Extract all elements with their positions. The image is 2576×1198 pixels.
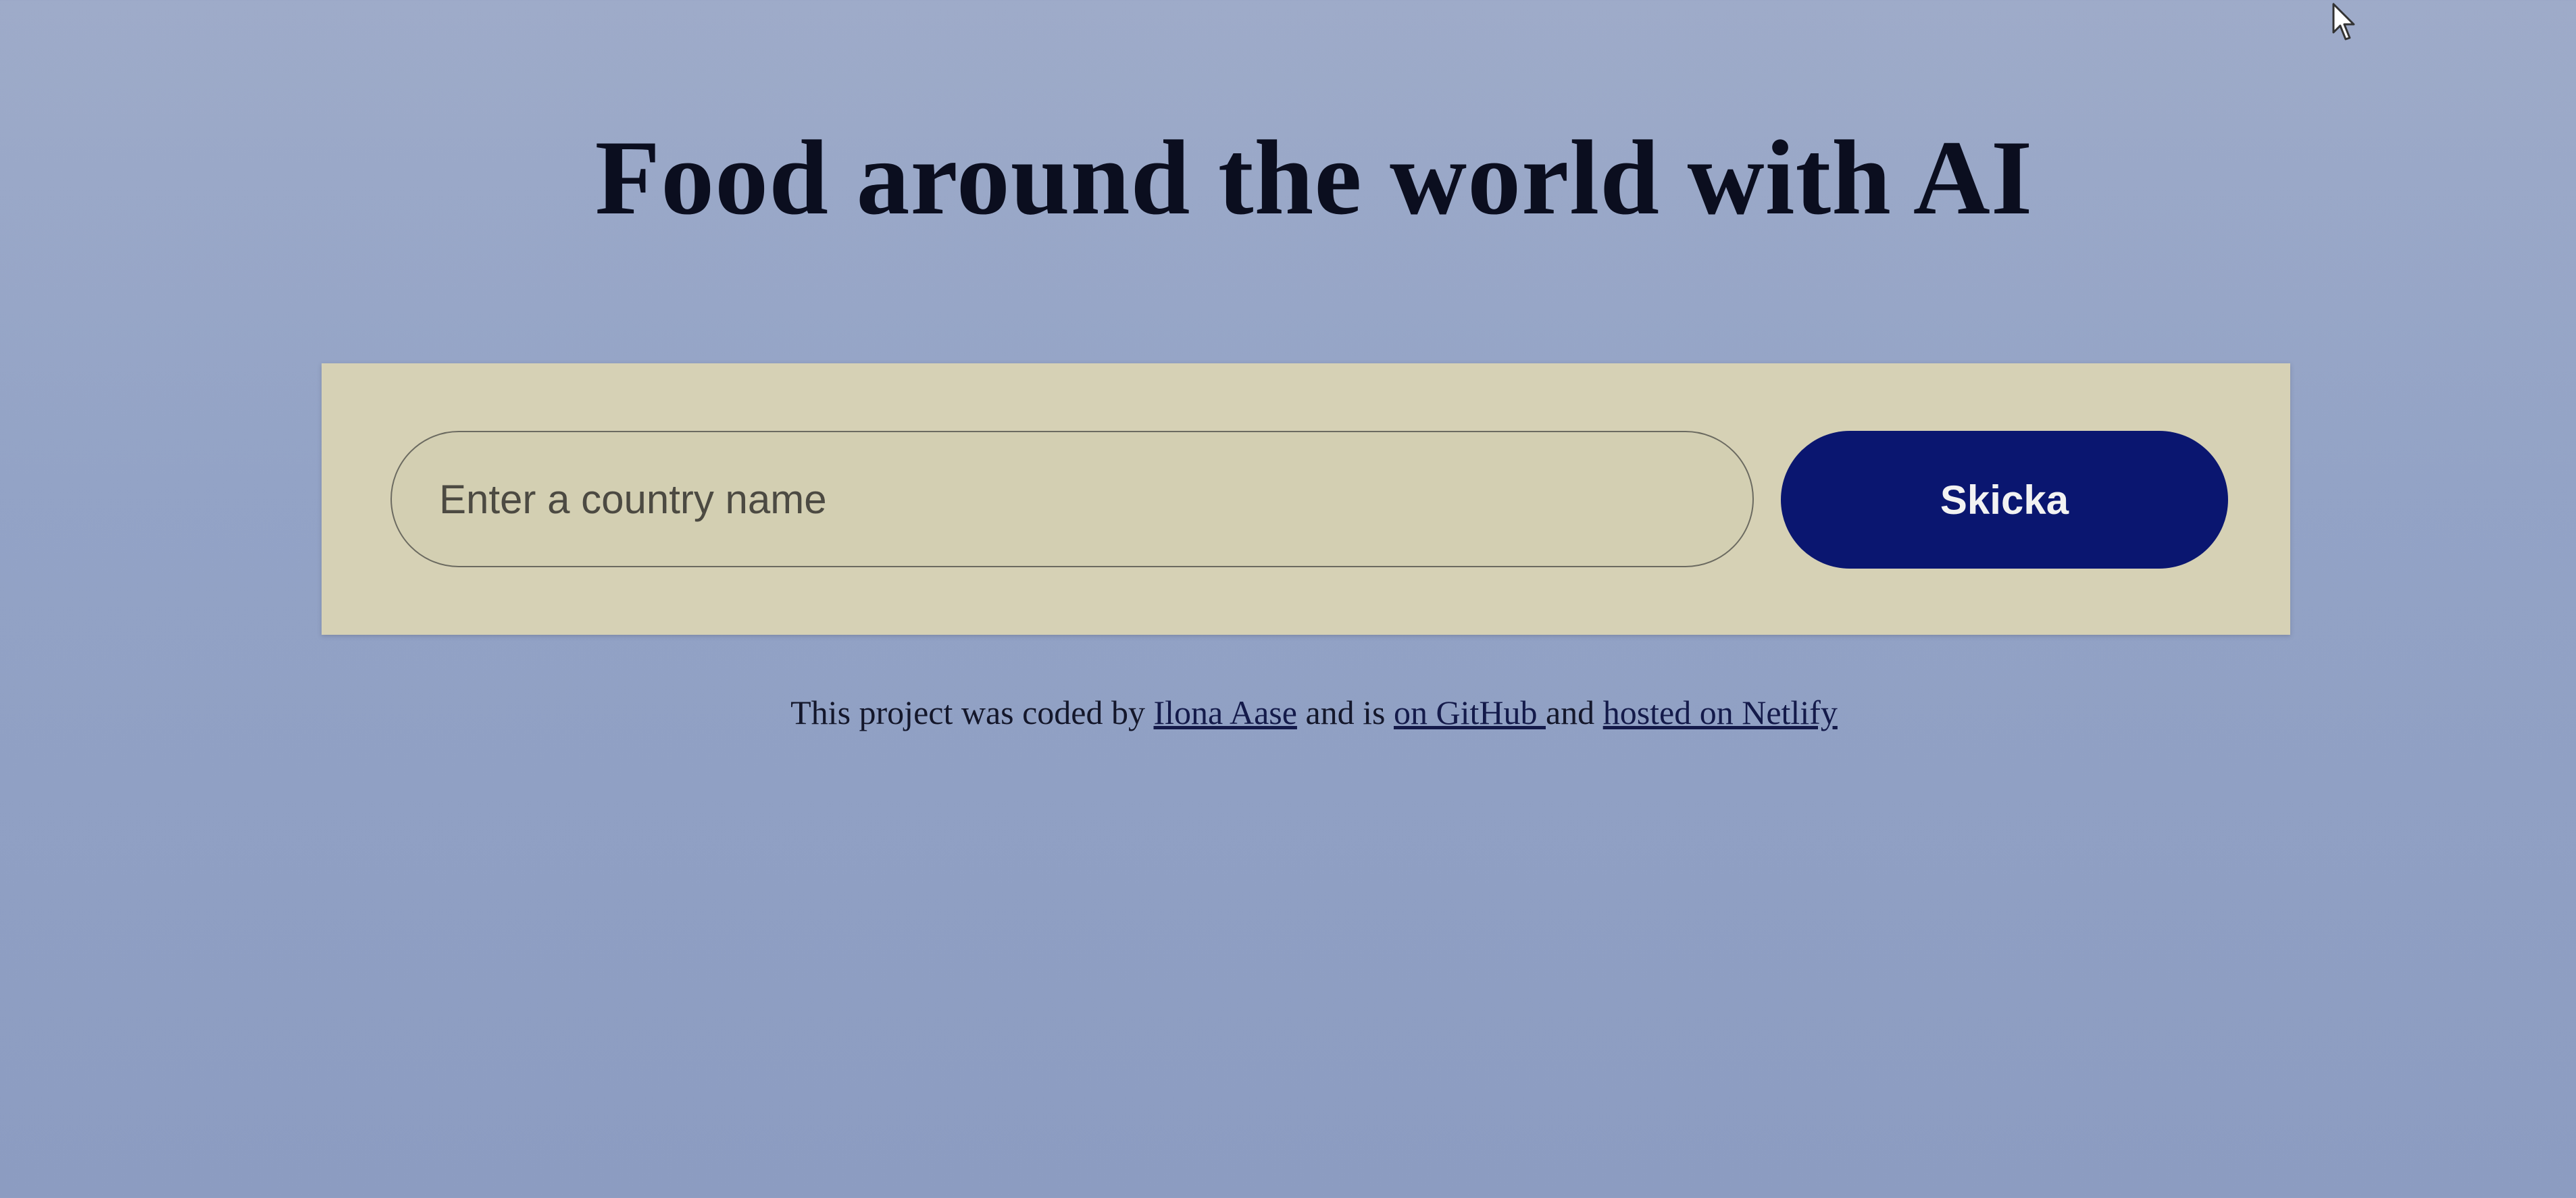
author-link[interactable]: Ilona Aase — [1154, 694, 1297, 731]
credits-text-and: and — [1545, 694, 1603, 731]
submit-button[interactable]: Skicka — [1781, 431, 2228, 569]
mouse-pointer-icon — [2332, 3, 2355, 41]
credits-text-intro: This project was coded by — [790, 694, 1154, 731]
github-link[interactable]: on GitHub — [1394, 694, 1546, 731]
netlify-link[interactable]: hosted on Netlify — [1603, 694, 1838, 731]
search-form: Skicka — [322, 363, 2290, 635]
country-search-input[interactable] — [390, 431, 1754, 567]
page-title: Food around the world with AI — [595, 119, 2034, 237]
footer-credits: This project was coded by Ilona Aase and… — [0, 693, 2576, 732]
credits-text-middle: and is — [1296, 694, 1394, 731]
